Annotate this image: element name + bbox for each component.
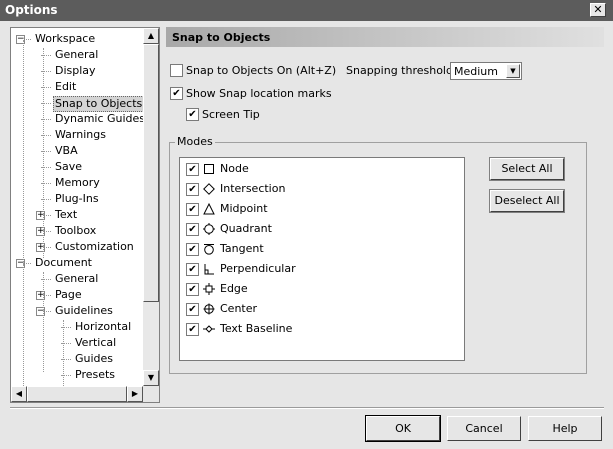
horizontal-scroll-thumb[interactable]: [27, 386, 127, 402]
mode-checkbox[interactable]: ✔: [186, 243, 199, 256]
mode-label: Edge: [220, 282, 248, 295]
show-marks-label: Show Snap location marks: [186, 87, 332, 100]
perpendicular-icon: [204, 264, 214, 275]
cancel-button[interactable]: Cancel: [447, 416, 521, 441]
mode-label: Midpoint: [220, 202, 268, 215]
tree-item-save[interactable]: Save: [53, 160, 84, 174]
triangle-icon: [203, 203, 215, 215]
close-button[interactable]: ✕: [590, 3, 606, 17]
mode-checkbox[interactable]: ✔: [186, 283, 199, 296]
square-icon: [204, 164, 214, 174]
tree-item-edit[interactable]: Edit: [53, 80, 78, 94]
mode-checkbox[interactable]: ✔: [186, 223, 199, 236]
screen-tip-label: Screen Tip: [202, 108, 260, 121]
ok-button[interactable]: OK: [365, 415, 441, 442]
scroll-up-button[interactable]: ▲: [143, 28, 159, 44]
tree-item-memory[interactable]: Memory: [53, 176, 102, 190]
tree-item-toolbox[interactable]: Toolbox: [53, 224, 98, 238]
mode-checkbox[interactable]: ✔: [186, 323, 199, 336]
panel-title: Snap to Objects: [172, 31, 271, 44]
tree-item-display[interactable]: Display: [53, 64, 98, 78]
snapping-threshold-select[interactable]: Medium ▼: [450, 62, 522, 80]
tree-item-general[interactable]: General: [53, 272, 100, 286]
check-icon: ✔: [188, 324, 197, 335]
check-icon: ✔: [188, 109, 197, 120]
check-icon: ✔: [188, 264, 197, 275]
screen-tip-checkbox[interactable]: ✔: [186, 108, 199, 121]
tree-item-vba[interactable]: VBA: [53, 144, 80, 158]
threshold-label: Snapping threshold: [346, 64, 453, 77]
mode-label: Tangent: [220, 242, 264, 255]
tree-item-snap-to-objects[interactable]: Snap to Objects: [53, 96, 145, 112]
chevron-down-icon[interactable]: ▼: [506, 64, 520, 78]
window-title: Options: [5, 3, 58, 17]
check-icon: ✔: [188, 164, 197, 175]
mode-label: Text Baseline: [220, 322, 293, 335]
tree-item-page[interactable]: Page: [53, 288, 84, 302]
mode-label: Intersection: [220, 182, 286, 195]
check-icon: ✔: [188, 244, 197, 255]
tree-item-dynamic-guides[interactable]: Dynamic Guides: [53, 112, 147, 126]
category-tree[interactable]: − Workspace General Display Edit Snap to Obje…: [10, 27, 160, 403]
modes-group-label: Modes: [175, 135, 215, 148]
check-icon: ✔: [188, 184, 197, 195]
edge-icon: [203, 283, 215, 295]
center-crosshair-icon: [203, 303, 215, 315]
check-icon: ✔: [172, 88, 181, 99]
tree-item-workspace[interactable]: Workspace: [33, 32, 97, 46]
tree-item-horizontal[interactable]: Horizontal: [73, 320, 133, 334]
modes-list[interactable]: ✔ Node ✔ Intersection ✔ Midpoint ✔ Quadrant ✔ Tan…: [179, 157, 465, 361]
quadrant-circle-icon: [203, 223, 215, 235]
mode-checkbox[interactable]: ✔: [186, 183, 199, 196]
tree-item-presets[interactable]: Presets: [73, 368, 117, 382]
tree-item-warnings[interactable]: Warnings: [53, 128, 108, 142]
mode-label: Quadrant: [220, 222, 272, 235]
scroll-left-button[interactable]: ◀: [11, 386, 27, 402]
check-icon: ✔: [188, 284, 197, 295]
tree-connector: [23, 40, 24, 272]
select-all-button[interactable]: Select All: [490, 158, 564, 180]
threshold-value: Medium: [454, 65, 498, 78]
check-icon: ✔: [188, 304, 197, 315]
mode-checkbox[interactable]: ✔: [186, 263, 199, 276]
mode-label: Node: [220, 162, 249, 175]
scroll-corner: [143, 386, 159, 402]
tree-connector: [43, 272, 44, 372]
diamond-icon: [203, 183, 215, 195]
tree-connector: [43, 48, 44, 258]
deselect-all-button[interactable]: Deselect All: [490, 190, 564, 212]
tree-item-general[interactable]: General: [53, 48, 100, 62]
scroll-thumb[interactable]: [143, 44, 159, 302]
mode-checkbox[interactable]: ✔: [186, 163, 199, 176]
check-icon: ✔: [188, 204, 197, 215]
footer-divider-highlight: [10, 408, 604, 409]
tree-item-guides[interactable]: Guides: [73, 352, 115, 366]
tree-connector: [23, 264, 24, 402]
scroll-down-button[interactable]: ▼: [143, 370, 159, 386]
tangent-circle-icon: [204, 244, 214, 255]
mode-label: Perpendicular: [220, 262, 296, 275]
title-bar: [0, 0, 613, 21]
show-marks-checkbox[interactable]: ✔: [170, 87, 183, 100]
text-baseline-icon: [203, 325, 215, 333]
snap-on-checkbox[interactable]: [170, 64, 183, 77]
scroll-right-button[interactable]: ▶: [127, 386, 143, 402]
tree-item-customization[interactable]: Customization: [53, 240, 136, 254]
help-button[interactable]: Help: [528, 416, 602, 441]
check-icon: ✔: [188, 224, 197, 235]
tree-item-plug-ins[interactable]: Plug-Ins: [53, 192, 101, 206]
close-icon: ✕: [593, 3, 603, 16]
tree-item-document[interactable]: Document: [33, 256, 94, 270]
snap-on-label: Snap to Objects On (Alt+Z): [186, 64, 337, 77]
tree-item-text[interactable]: Text: [53, 208, 79, 222]
mode-label: Center: [220, 302, 258, 315]
tree-item-vertical[interactable]: Vertical: [73, 336, 118, 350]
tree-item-guidelines[interactable]: Guidelines: [53, 304, 115, 318]
mode-checkbox[interactable]: ✔: [186, 203, 199, 216]
mode-checkbox[interactable]: ✔: [186, 303, 199, 316]
